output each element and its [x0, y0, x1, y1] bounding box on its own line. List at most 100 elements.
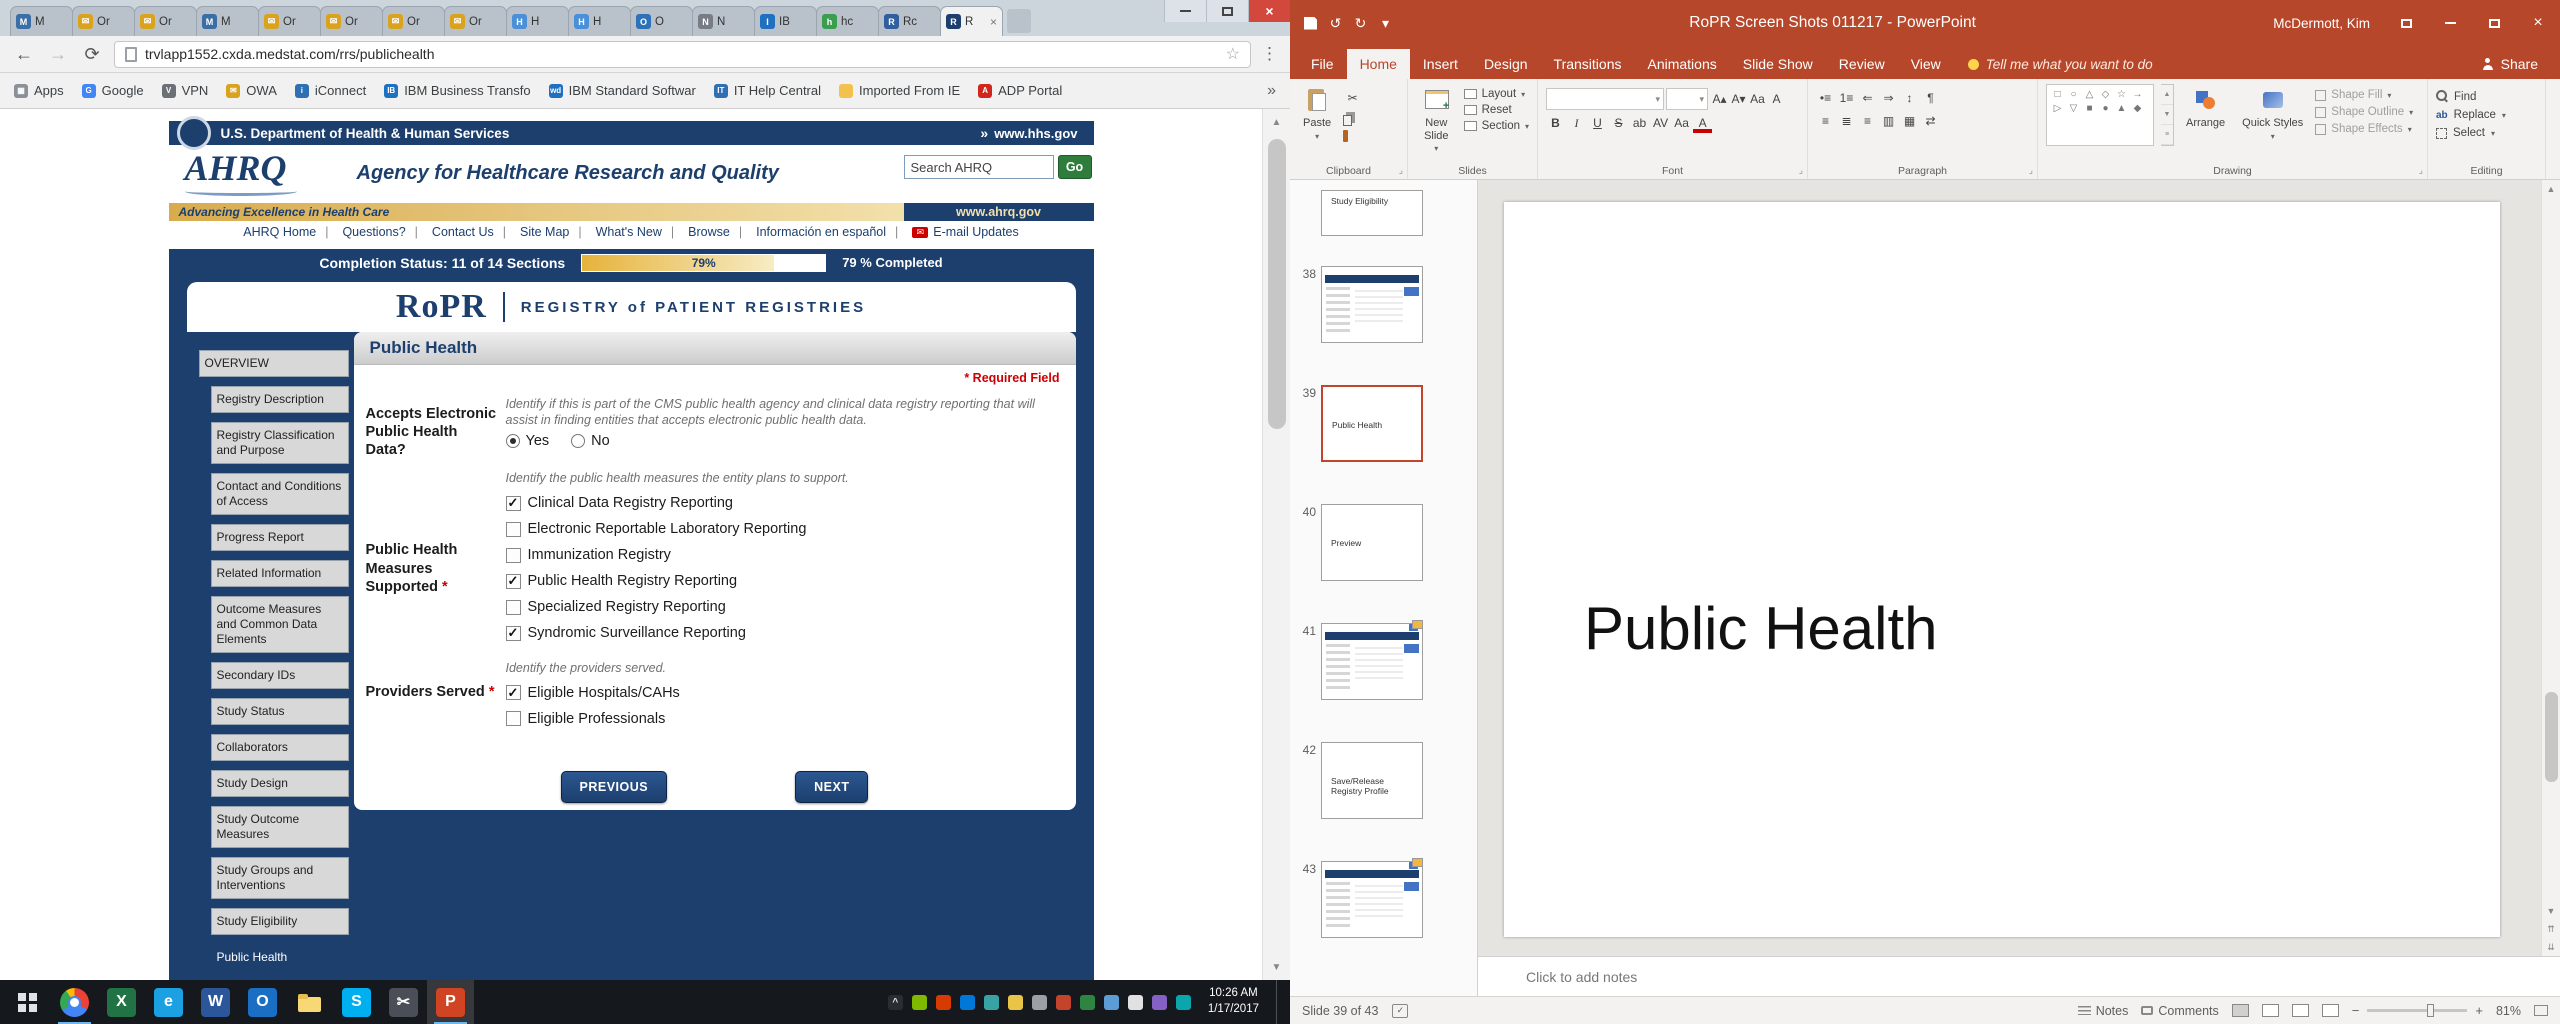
sidebar-item[interactable]: Study Design: [211, 770, 349, 797]
checkbox[interactable]: [506, 685, 521, 700]
bookmark-item[interactable]: IB IBM Business Transfo: [384, 83, 530, 98]
nav-link[interactable]: AHRQ Home: [243, 225, 316, 239]
font-style-icon[interactable]: B: [1546, 113, 1565, 133]
font-style-icon[interactable]: A: [1693, 113, 1712, 133]
sidebar-item[interactable]: Outcome Measures and Common Data Element…: [211, 596, 349, 653]
taskbar-app-icon[interactable]: O: [239, 980, 286, 1024]
spellcheck-icon[interactable]: ✓: [1392, 1004, 1408, 1018]
nav-link[interactable]: Contact Us: [406, 225, 494, 239]
shape-icon[interactable]: □: [2050, 88, 2065, 101]
scroll-up-icon[interactable]: ▲: [1263, 109, 1290, 135]
shape-effects-button[interactable]: Shape Effects▾: [2315, 123, 2413, 135]
checkbox-option[interactable]: Eligible Professionals: [506, 709, 1064, 729]
format-painter-icon[interactable]: [1343, 130, 1348, 142]
ribbon-tab[interactable]: Insert: [1410, 49, 1471, 79]
shape-fill-button[interactable]: Shape Fill▾: [2315, 89, 2413, 101]
sidebar-item[interactable]: OVERVIEW: [199, 350, 349, 377]
tray-icon[interactable]: [1080, 995, 1095, 1010]
taskbar-app-icon[interactable]: [51, 980, 98, 1024]
font-tool-icon[interactable]: Aa: [1748, 89, 1767, 109]
taskbar-app-icon[interactable]: e: [145, 980, 192, 1024]
alignment-icon[interactable]: ▥: [1879, 111, 1898, 131]
ahrq-site-link[interactable]: www.ahrq.gov: [956, 205, 1041, 219]
paste-button[interactable]: Paste ▾: [1298, 84, 1336, 163]
ribbon-tab[interactable]: File: [1298, 49, 1347, 79]
hhs-link[interactable]: www.hhs.gov: [980, 125, 1077, 141]
checkbox-option[interactable]: Specialized Registry Reporting: [506, 597, 1064, 617]
bookmark-item[interactable]: IT IT Help Central: [714, 83, 821, 98]
search-input[interactable]: [904, 155, 1054, 179]
taskbar-clock[interactable]: 10:26 AM 1/17/2017: [1208, 986, 1259, 1017]
ribbon-tab[interactable]: Slide Show: [1730, 49, 1826, 79]
checkbox[interactable]: [506, 496, 521, 511]
dialog-launcher-icon[interactable]: ⌟: [2029, 165, 2033, 176]
sidebar-item[interactable]: Study Outcome Measures: [211, 806, 349, 848]
previous-button[interactable]: PREVIOUS: [561, 771, 668, 803]
radio-button[interactable]: [571, 434, 585, 448]
bookmark-star-icon[interactable]: [1226, 44, 1240, 64]
quick-access-icon[interactable]: ↺: [1329, 15, 1342, 32]
nav-link[interactable]: E-mail Updates: [886, 225, 1019, 239]
sidebar-item[interactable]: Related Information: [211, 560, 349, 587]
sidebar-item[interactable]: Progress Report: [211, 524, 349, 551]
gallery-down-icon[interactable]: ▼: [2161, 105, 2173, 125]
slideshow-view-icon[interactable]: [2322, 1004, 2339, 1017]
font-style-icon[interactable]: S: [1609, 113, 1628, 133]
replace-button[interactable]: abReplace▾: [2436, 109, 2506, 121]
normal-view-icon[interactable]: [2232, 1004, 2249, 1017]
notes-toggle-button[interactable]: Notes: [2078, 1004, 2129, 1018]
nav-link[interactable]: What's New: [569, 225, 662, 239]
font-tool-icon[interactable]: A▾: [1729, 89, 1748, 109]
url-text[interactable]: trvlapp1552.cxda.medstat.com/rrs/publich…: [145, 46, 1218, 62]
tab-close-icon[interactable]: ×: [990, 15, 997, 29]
shape-icon[interactable]: ◆: [2130, 102, 2145, 115]
browser-tab[interactable]: h hc ×: [816, 6, 879, 36]
shape-icon[interactable]: ▽: [2066, 102, 2081, 115]
next-button[interactable]: NEXT: [795, 771, 868, 803]
sidebar-item[interactable]: Public Health: [211, 944, 349, 971]
scroll-up-icon[interactable]: ▲: [2542, 180, 2560, 198]
checkbox[interactable]: [506, 711, 521, 726]
font-size-combobox[interactable]: ▾: [1666, 88, 1708, 110]
scroll-down-icon[interactable]: ▼: [1263, 954, 1290, 980]
shape-icon[interactable]: ■: [2082, 102, 2097, 115]
shape-icon[interactable]: ○: [2066, 88, 2081, 101]
tray-icon[interactable]: [1032, 995, 1047, 1010]
browser-menu-icon[interactable]: [1261, 44, 1278, 64]
alignment-icon[interactable]: ⇄: [1921, 111, 1940, 131]
shape-outline-button[interactable]: Shape Outline▾: [2315, 106, 2413, 118]
shape-icon[interactable]: ▷: [2050, 102, 2065, 115]
radio-option[interactable]: Yes: [506, 433, 550, 449]
restore-button[interactable]: [2472, 0, 2516, 46]
browser-tab[interactable]: M M ×: [10, 6, 73, 36]
next-slide-icon[interactable]: ⇊: [2542, 938, 2560, 956]
font-name-combobox[interactable]: ▾: [1546, 88, 1664, 110]
font-style-icon[interactable]: Aa: [1672, 113, 1691, 133]
section-button[interactable]: Section▾: [1464, 120, 1529, 132]
reading-view-icon[interactable]: [2292, 1004, 2309, 1017]
slide-thumbnail[interactable]: 42 Save/Release Registry Profile: [1296, 742, 1477, 819]
ribbon-display-options-icon[interactable]: [2384, 0, 2428, 46]
radio-option[interactable]: No: [571, 433, 610, 449]
tray-icon[interactable]: [960, 995, 975, 1010]
checkbox-option[interactable]: Eligible Hospitals/CAHs: [506, 683, 1064, 703]
gallery-up-icon[interactable]: ▲: [2161, 85, 2173, 105]
browser-tab[interactable]: ✉ Or ×: [258, 6, 321, 36]
tray-icon[interactable]: [1176, 995, 1191, 1010]
bookmarks-overflow-icon[interactable]: »: [1267, 82, 1276, 100]
ribbon-tab[interactable]: Design: [1471, 49, 1541, 79]
paragraph-tool-icon[interactable]: ⇐: [1858, 88, 1877, 108]
comments-toggle-button[interactable]: Comments: [2141, 1004, 2218, 1018]
shape-icon[interactable]: △: [2082, 88, 2097, 101]
previous-slide-icon[interactable]: ⇈: [2542, 920, 2560, 938]
bookmark-item[interactable]: G Google: [82, 83, 144, 98]
new-slide-button[interactable]: New Slide ▾: [1416, 84, 1457, 163]
shape-icon[interactable]: ◇: [2098, 88, 2113, 101]
quick-access-icon[interactable]: ▾: [1379, 15, 1392, 32]
layout-button[interactable]: Layout▾: [1464, 88, 1529, 100]
slide-thumbnail[interactable]: Study Eligibility: [1296, 190, 1477, 236]
slide-thumbnail[interactable]: 43: [1296, 861, 1477, 938]
arrange-button[interactable]: Arrange: [2181, 84, 2230, 163]
scrollbar-thumb[interactable]: [1268, 139, 1286, 429]
slide-sorter-view-icon[interactable]: [2262, 1004, 2279, 1017]
